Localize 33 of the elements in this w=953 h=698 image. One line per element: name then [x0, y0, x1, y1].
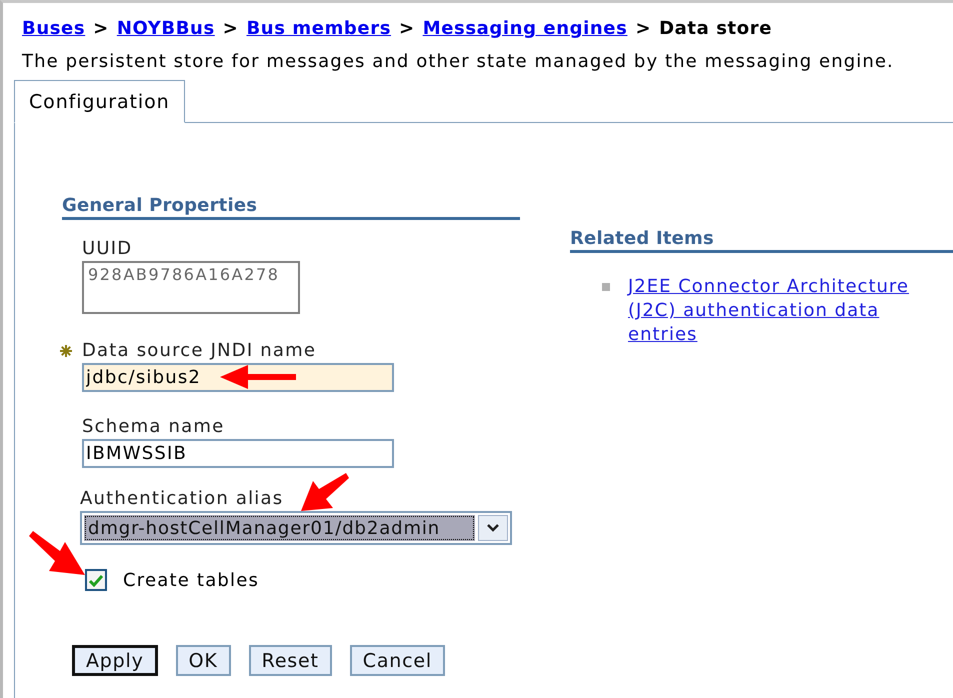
form-button[interactable]: Cancel — [350, 645, 445, 676]
section-heading: Related Items — [570, 228, 953, 253]
breadcrumb-current: Data store — [659, 18, 772, 39]
breadcrumb-link[interactable]: Bus members — [246, 18, 392, 39]
breadcrumb-separator: > — [635, 18, 652, 39]
form-button[interactable]: OK — [176, 645, 231, 676]
field-label: Schema name — [82, 416, 224, 437]
breadcrumb-separator: > — [222, 18, 238, 39]
checkbox-label: Create tables — [123, 570, 260, 590]
breadcrumb-link[interactable]: Messaging engines — [422, 18, 628, 39]
form-button[interactable]: Apply — [72, 645, 158, 676]
text-field[interactable]: jdbc/sibus2 — [82, 363, 394, 392]
uuid-field: 928AB9786A16A278 — [82, 261, 300, 314]
checkbox[interactable] — [85, 569, 107, 591]
breadcrumb-link[interactable]: Buses — [22, 18, 86, 39]
breadcrumb-link[interactable]: NOYBBus — [116, 18, 215, 39]
check-icon — [89, 574, 103, 586]
chevron-down-icon — [487, 524, 499, 532]
configuration-tab[interactable]: Configuration — [14, 80, 185, 123]
breadcrumb-separator: > — [399, 18, 415, 39]
section-heading: General Properties — [62, 195, 520, 220]
field-label: Data source JNDI name — [82, 340, 316, 361]
text-field[interactable]: IBMWSSIB — [82, 439, 394, 468]
page-description: The persistent store for messages and other state managed by the messaging engine. — [22, 51, 895, 72]
alias-dropdown[interactable]: dmgr-hostCellManager01/db2admin — [80, 511, 512, 545]
related-link[interactable]: J2EE Connector Architecture (J2C) authentication data entries — [628, 275, 933, 347]
breadcrumb-separator: > — [93, 18, 109, 39]
annotation-arrow — [27, 531, 87, 577]
bullet-icon — [602, 283, 610, 291]
field-label: UUID — [82, 238, 132, 259]
field-label: Authentication alias — [80, 488, 284, 509]
annotation-arrow — [299, 473, 351, 513]
form-button[interactable]: Reset — [248, 645, 332, 676]
